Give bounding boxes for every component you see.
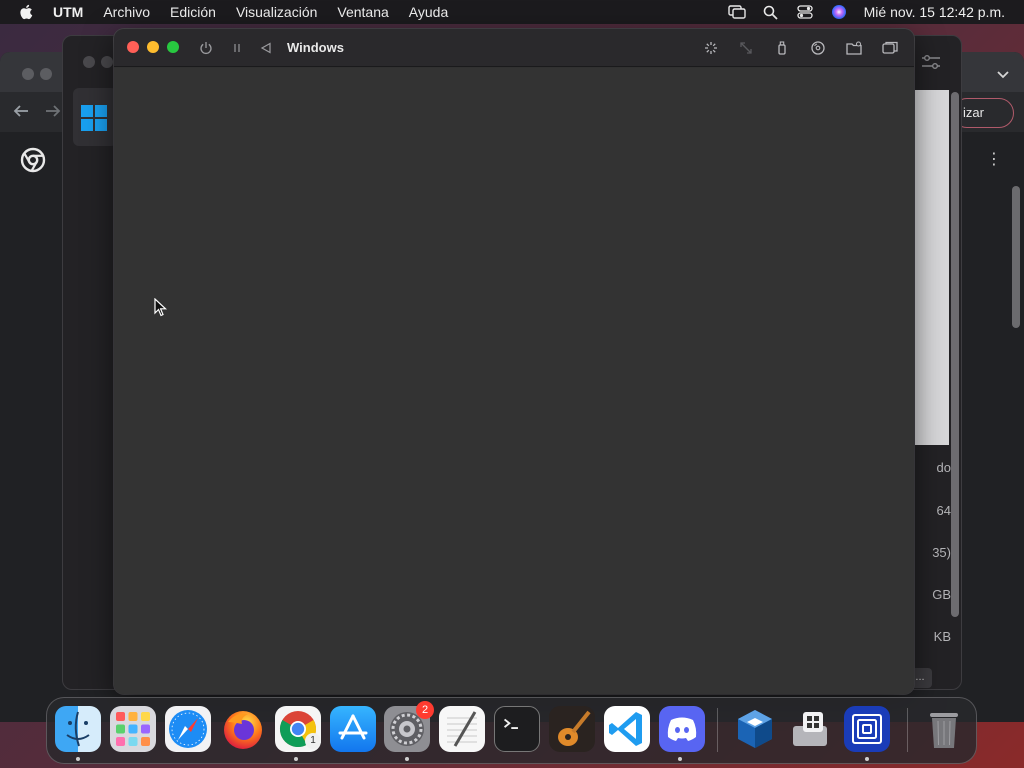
dock: 1 2 bbox=[46, 697, 977, 764]
dock-separator bbox=[717, 708, 718, 752]
utm-info-machine: 35) bbox=[932, 545, 951, 560]
disc-drive-icon[interactable] bbox=[809, 39, 827, 57]
windows-logo-icon bbox=[80, 104, 108, 132]
power-icon[interactable] bbox=[197, 39, 215, 57]
menu-ventana[interactable]: Ventana bbox=[337, 4, 388, 20]
chevron-down-icon[interactable] bbox=[996, 68, 1010, 82]
restart-triangle-icon[interactable] bbox=[257, 39, 275, 57]
menu-archivo[interactable]: Archivo bbox=[103, 4, 150, 20]
dock-utm-icon[interactable] bbox=[844, 706, 890, 752]
utm-close-dot[interactable] bbox=[83, 56, 95, 68]
menu-visualizacion[interactable]: Visualización bbox=[236, 4, 317, 20]
running-indicator bbox=[294, 757, 298, 761]
utm-info-memory: GB bbox=[932, 587, 951, 602]
forward-arrow-icon[interactable] bbox=[44, 102, 64, 122]
running-indicator bbox=[405, 757, 409, 761]
dock-bootcamp-icon[interactable] bbox=[787, 706, 833, 752]
notification-badge: 2 bbox=[416, 701, 434, 719]
minimize-button[interactable] bbox=[147, 41, 159, 53]
dock-vscode-icon[interactable] bbox=[604, 706, 650, 752]
utm-info-status: do bbox=[936, 460, 951, 475]
utm-minimize-dot[interactable] bbox=[101, 56, 113, 68]
menu-bar: UTM Archivo Edición Visualización Ventan… bbox=[0, 0, 1024, 24]
mouse-cursor-icon bbox=[154, 297, 168, 318]
menu-app-name[interactable]: UTM bbox=[53, 4, 83, 20]
dock-garageband-icon[interactable] bbox=[549, 706, 595, 752]
chrome-scrollbar[interactable] bbox=[1012, 186, 1020, 328]
dock-terminal-icon[interactable] bbox=[494, 706, 540, 752]
dock-virtualbox-icon[interactable] bbox=[732, 706, 778, 752]
utm-info-size: KB bbox=[933, 629, 951, 644]
chrome-minimize-dot[interactable] bbox=[40, 68, 52, 80]
zoom-button[interactable] bbox=[167, 41, 179, 53]
usb-drive-icon[interactable] bbox=[773, 39, 791, 57]
chrome-close-dot[interactable] bbox=[22, 68, 34, 80]
dock-textedit-icon[interactable] bbox=[439, 706, 485, 752]
dock-launchpad-icon[interactable] bbox=[110, 706, 156, 752]
kebab-menu-icon[interactable]: ⋮ bbox=[986, 152, 1002, 168]
window-title: Windows bbox=[287, 40, 344, 55]
dock-firefox-icon[interactable] bbox=[220, 706, 266, 752]
close-button[interactable] bbox=[127, 41, 139, 53]
spotlight-search-icon[interactable] bbox=[762, 3, 780, 21]
running-indicator bbox=[865, 757, 869, 761]
sliders-icon[interactable] bbox=[921, 54, 941, 70]
dock-finder-icon[interactable] bbox=[55, 706, 101, 752]
sidebar-item-windows-vm[interactable] bbox=[73, 88, 117, 146]
menu-clock[interactable]: Mié nov. 15 12:42 p.m. bbox=[864, 4, 1005, 20]
windows-switch-icon[interactable] bbox=[881, 39, 899, 57]
siri-icon[interactable] bbox=[830, 3, 848, 21]
screen-mirroring-icon[interactable] bbox=[727, 3, 746, 21]
shared-folder-icon[interactable] bbox=[845, 39, 863, 57]
vm-preview-thumbnail[interactable] bbox=[915, 90, 949, 445]
dock-safari-icon[interactable] bbox=[165, 706, 211, 752]
utm-scrollbar[interactable] bbox=[951, 92, 959, 617]
control-center-icon[interactable] bbox=[796, 3, 814, 21]
menu-edicion[interactable]: Edición bbox=[170, 4, 216, 20]
apple-menu-icon[interactable] bbox=[19, 4, 35, 20]
pause-icon[interactable] bbox=[228, 39, 246, 57]
running-indicator bbox=[76, 757, 80, 761]
dock-discord-icon[interactable] bbox=[659, 706, 705, 752]
vm-titlebar: Windows bbox=[114, 29, 914, 67]
menu-ayuda[interactable]: Ayuda bbox=[409, 4, 448, 20]
dock-separator bbox=[907, 708, 908, 752]
chrome-logo-icon bbox=[20, 147, 46, 173]
resize-display-icon[interactable] bbox=[737, 39, 755, 57]
utm-info-architecture: 64 bbox=[936, 503, 951, 518]
capture-input-icon[interactable] bbox=[702, 39, 720, 57]
dock-trash-icon[interactable] bbox=[921, 706, 967, 752]
dock-app-store-icon[interactable] bbox=[330, 706, 376, 752]
vm-display-window: Windows bbox=[114, 29, 914, 694]
running-indicator bbox=[678, 757, 682, 761]
vm-screen-area[interactable] bbox=[114, 68, 914, 694]
back-arrow-icon[interactable] bbox=[12, 102, 32, 122]
chrome-sub-badge: 1 bbox=[305, 733, 321, 749]
